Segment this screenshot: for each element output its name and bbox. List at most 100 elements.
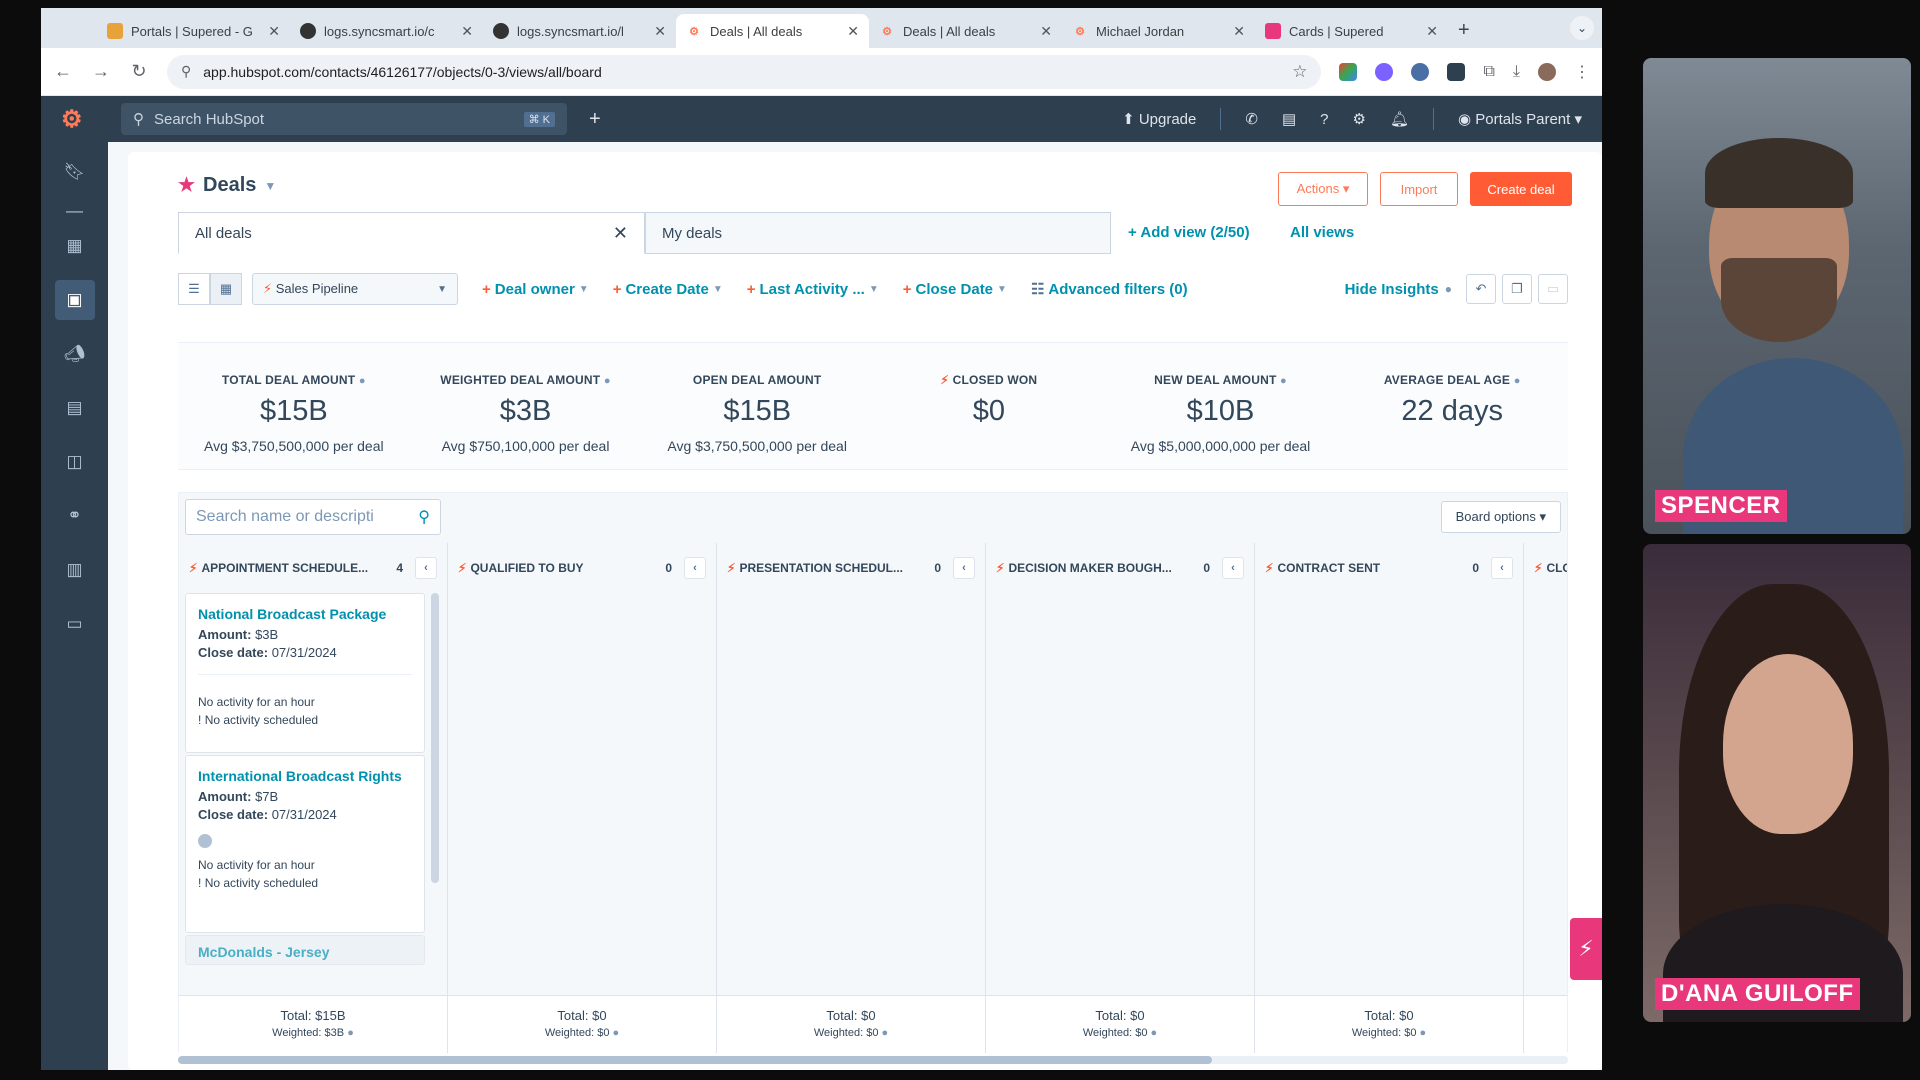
board-options-button[interactable]: Board options ▾ <box>1440 501 1561 533</box>
deal-card[interactable]: National Broadcast Package Amount: $3B C… <box>185 593 425 753</box>
phone-icon[interactable]: ✆ <box>1245 110 1258 128</box>
column-scrollbar[interactable] <box>431 593 439 883</box>
page-title[interactable]: ★ Deals ▼ <box>178 174 276 197</box>
avatar[interactable] <box>1538 62 1556 81</box>
info-icon[interactable]: ● <box>1420 1027 1427 1039</box>
lightning-icon: ⚡︎ <box>1265 561 1274 575</box>
board-search-input[interactable]: Search name or descripti ⚲ <box>185 499 441 535</box>
deal-name[interactable]: International Broadcast Rights <box>198 766 412 786</box>
chevron-down-icon[interactable]: ⌄ <box>1570 16 1594 40</box>
puzzle-icon[interactable]: ⧉ <box>1483 63 1494 81</box>
deal-card[interactable]: International Broadcast Rights Amount: $… <box>185 755 425 933</box>
collapse-icon[interactable]: ‹ <box>415 557 437 579</box>
advanced-filters-button[interactable]: ☷ Advanced filters (0) <box>1031 280 1188 299</box>
close-icon[interactable]: ✕ <box>1426 23 1438 40</box>
collapse-icon[interactable]: ‹ <box>1491 557 1513 579</box>
upgrade-button[interactable]: ⬆ Upgrade <box>1122 110 1196 128</box>
address-bar[interactable]: ⚲ app.hubspot.com/contacts/46126177/obje… <box>167 54 1322 89</box>
info-icon[interactable]: ● <box>1514 375 1521 387</box>
forward-icon[interactable]: → <box>91 61 111 82</box>
browser-tab[interactable]: Portals | Supered - G ✕ <box>97 14 290 48</box>
hide-insights-button[interactable]: Hide Insights ● <box>1345 281 1452 298</box>
back-icon[interactable]: ← <box>53 61 73 82</box>
copy-icon[interactable]: ❐ <box>1502 274 1532 304</box>
insight-value: $15B <box>723 395 792 427</box>
browser-tab[interactable]: logs.syncsmart.io/l ✕ <box>483 14 676 48</box>
help-icon[interactable]: ? <box>1320 111 1328 128</box>
undo-icon[interactable]: ↶ <box>1466 274 1496 304</box>
board-view-icon[interactable]: ▦ <box>210 273 242 305</box>
actions-button[interactable]: Actions ▾ <box>1278 172 1368 206</box>
folder-icon[interactable]: ▭ <box>55 604 95 644</box>
automation-icon[interactable]: ⚭ <box>55 496 95 536</box>
filter-deal-owner[interactable]: + Deal owner ▼ <box>482 281 589 298</box>
pipeline-select[interactable]: ⚡︎ Sales Pipeline ▼ <box>252 273 458 305</box>
filter-create-date[interactable]: + Create Date ▼ <box>613 281 723 298</box>
info-icon[interactable]: ● <box>1280 375 1287 387</box>
plus-icon[interactable]: + <box>589 108 601 131</box>
star-icon[interactable]: ☆ <box>1292 62 1307 82</box>
extension-icon[interactable] <box>1339 62 1358 81</box>
close-icon[interactable]: ✕ <box>654 23 666 40</box>
collapse-icon[interactable]: ‹ <box>1222 557 1244 579</box>
deal-name[interactable]: National Broadcast Package <box>198 604 412 624</box>
deal-card[interactable]: McDonalds - Jersey <box>185 935 425 965</box>
close-icon[interactable]: ✕ <box>1233 23 1245 40</box>
tab-my-deals[interactable]: My deals <box>645 212 1111 254</box>
info-icon[interactable]: ● <box>604 375 611 387</box>
extension-icon[interactable] <box>1375 62 1394 81</box>
reporting-icon[interactable]: ▥ <box>55 550 95 590</box>
deal-name[interactable]: McDonalds - Jersey <box>198 945 412 959</box>
close-icon[interactable]: ✕ <box>847 23 859 40</box>
browser-tab[interactable]: logs.syncsmart.io/c ✕ <box>290 14 483 48</box>
account-menu[interactable]: ◉ Portals Parent ▾ <box>1458 110 1582 128</box>
bookmark-icon[interactable]: 🔖︎ <box>55 152 95 192</box>
browser-tab[interactable]: Cards | Supered ✕ <box>1255 14 1448 48</box>
list-view-icon[interactable]: ☰ <box>178 273 210 305</box>
info-icon[interactable]: ● <box>1151 1027 1158 1039</box>
commerce-icon[interactable]: ◫ <box>55 442 95 482</box>
marketing-icon[interactable]: 📣︎ <box>55 334 95 374</box>
download-icon[interactable]: ⤓ <box>1513 63 1520 81</box>
marketplace-icon[interactable]: ▤ <box>1282 110 1296 128</box>
board-horizontal-scrollbar[interactable] <box>178 1056 1568 1064</box>
info-icon[interactable]: ● <box>613 1027 620 1039</box>
contacts-icon[interactable]: ▣ <box>54 280 95 320</box>
collapse-icon[interactable]: ‹ <box>684 557 706 579</box>
close-icon[interactable]: ✕ <box>1040 23 1052 40</box>
create-deal-button[interactable]: Create deal <box>1470 172 1572 206</box>
browser-tab-active[interactable]: ⚙ Deals | All deals ✕ <box>676 14 869 48</box>
all-views-link[interactable]: All views <box>1290 224 1354 241</box>
more-icon[interactable]: ⋮ <box>1574 62 1590 82</box>
star-icon[interactable]: ★ <box>178 174 195 197</box>
info-icon[interactable]: ● <box>882 1027 889 1039</box>
browser-tab[interactable]: ⚙ Deals | All deals ✕ <box>869 14 1062 48</box>
collapse-icon[interactable]: ‹ <box>953 557 975 579</box>
save-icon[interactable]: ▭ <box>1538 274 1568 304</box>
info-icon[interactable]: ● <box>359 375 366 387</box>
close-icon[interactable]: ✕ <box>268 23 280 40</box>
close-icon[interactable]: ✕ <box>613 223 628 244</box>
browser-tab[interactable]: ⚙ Michael Jordan ✕ <box>1062 14 1255 48</box>
site-info-icon[interactable]: ⚲ <box>181 63 191 80</box>
hubspot-logo-icon[interactable]: ⚙ <box>61 105 91 134</box>
extension-icon[interactable] <box>1411 62 1430 81</box>
new-tab-icon[interactable]: + <box>1448 19 1480 48</box>
info-icon[interactable]: ● <box>347 1027 354 1039</box>
extension-icon[interactable] <box>1447 62 1466 81</box>
dashboard-icon[interactable]: ▦ <box>55 226 95 266</box>
import-button[interactable]: Import <box>1380 172 1458 206</box>
search-icon[interactable]: ⚲ <box>418 507 430 527</box>
notifications-icon[interactable]: 🔔︎ <box>1390 110 1409 128</box>
reload-icon[interactable]: ↻ <box>129 61 149 82</box>
filter-close-date[interactable]: + Close Date ▼ <box>903 281 1007 298</box>
content-icon[interactable]: ▤ <box>55 388 95 428</box>
add-view-link[interactable]: + Add view (2/50) <box>1128 224 1250 241</box>
lightning-icon[interactable]: ⚡︎ <box>1570 918 1602 980</box>
hubspot-search[interactable]: ⚲ Search HubSpot ⌘ K <box>121 103 567 135</box>
filter-last-activity[interactable]: + Last Activity ... ▼ <box>747 281 879 298</box>
scrollbar-thumb[interactable] <box>178 1056 1212 1064</box>
close-icon[interactable]: ✕ <box>461 23 473 40</box>
settings-icon[interactable]: ⚙ <box>1352 110 1365 128</box>
tab-all-deals[interactable]: All deals ✕ <box>178 212 645 254</box>
